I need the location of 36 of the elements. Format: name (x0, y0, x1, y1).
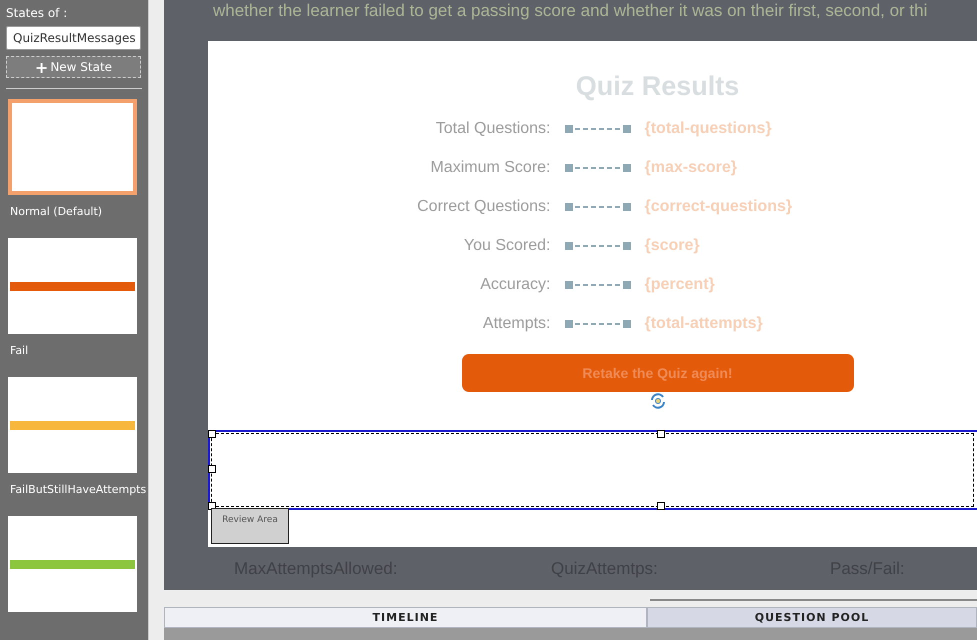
state-name: FailButStillHaveAttempts (10, 483, 148, 497)
result-value: {correct-questions} (644, 198, 794, 216)
connector-icon (564, 162, 630, 172)
result-value: {score} (644, 236, 701, 254)
result-value: {percent} (644, 276, 716, 294)
result-label: Correct Questions: (416, 198, 550, 216)
panel-tab[interactable]: TIMELINE (164, 607, 647, 628)
result-label: You Scored: (462, 236, 550, 254)
connector-icon (564, 318, 630, 328)
state-name: Normal (Default) (10, 205, 104, 219)
result-label: Accuracy: (479, 276, 550, 294)
connector-icon (564, 240, 630, 250)
states-label: States of : (6, 6, 68, 20)
connector-icon (564, 124, 630, 134)
state-name: Fail (10, 344, 30, 358)
result-label: Maximum Score: (429, 158, 550, 176)
state-dropdown[interactable]: QuizResultMessages (6, 26, 141, 50)
horizontal-scrollbar[interactable] (650, 599, 977, 601)
caption-text: whether the learner failed to get a passing score and whether it was on their first, second, or thi (212, 0, 928, 22)
result-value: {max-score} (644, 158, 738, 176)
connector-icon (564, 280, 630, 290)
new-state-button[interactable]: +New State (6, 56, 141, 78)
result-value: {total-attempts} (644, 314, 764, 332)
scrollbar[interactable] (148, 0, 164, 640)
rotate-handle-icon[interactable] (648, 392, 666, 410)
panel-tab[interactable]: QUESTION POOL (647, 607, 977, 628)
connector-icon (564, 202, 630, 212)
review-area: Review Area (211, 508, 289, 544)
state-thumbnail[interactable] (8, 99, 137, 195)
result-label: Attempts: (482, 314, 550, 332)
state-thumbnail[interactable] (8, 238, 137, 334)
state-thumbnail[interactable] (8, 377, 137, 473)
result-value: {total-questions} (644, 120, 773, 138)
state-thumbnail[interactable] (8, 516, 137, 612)
result-label: Total Questions: (434, 120, 550, 138)
selection-box[interactable] (208, 430, 977, 510)
